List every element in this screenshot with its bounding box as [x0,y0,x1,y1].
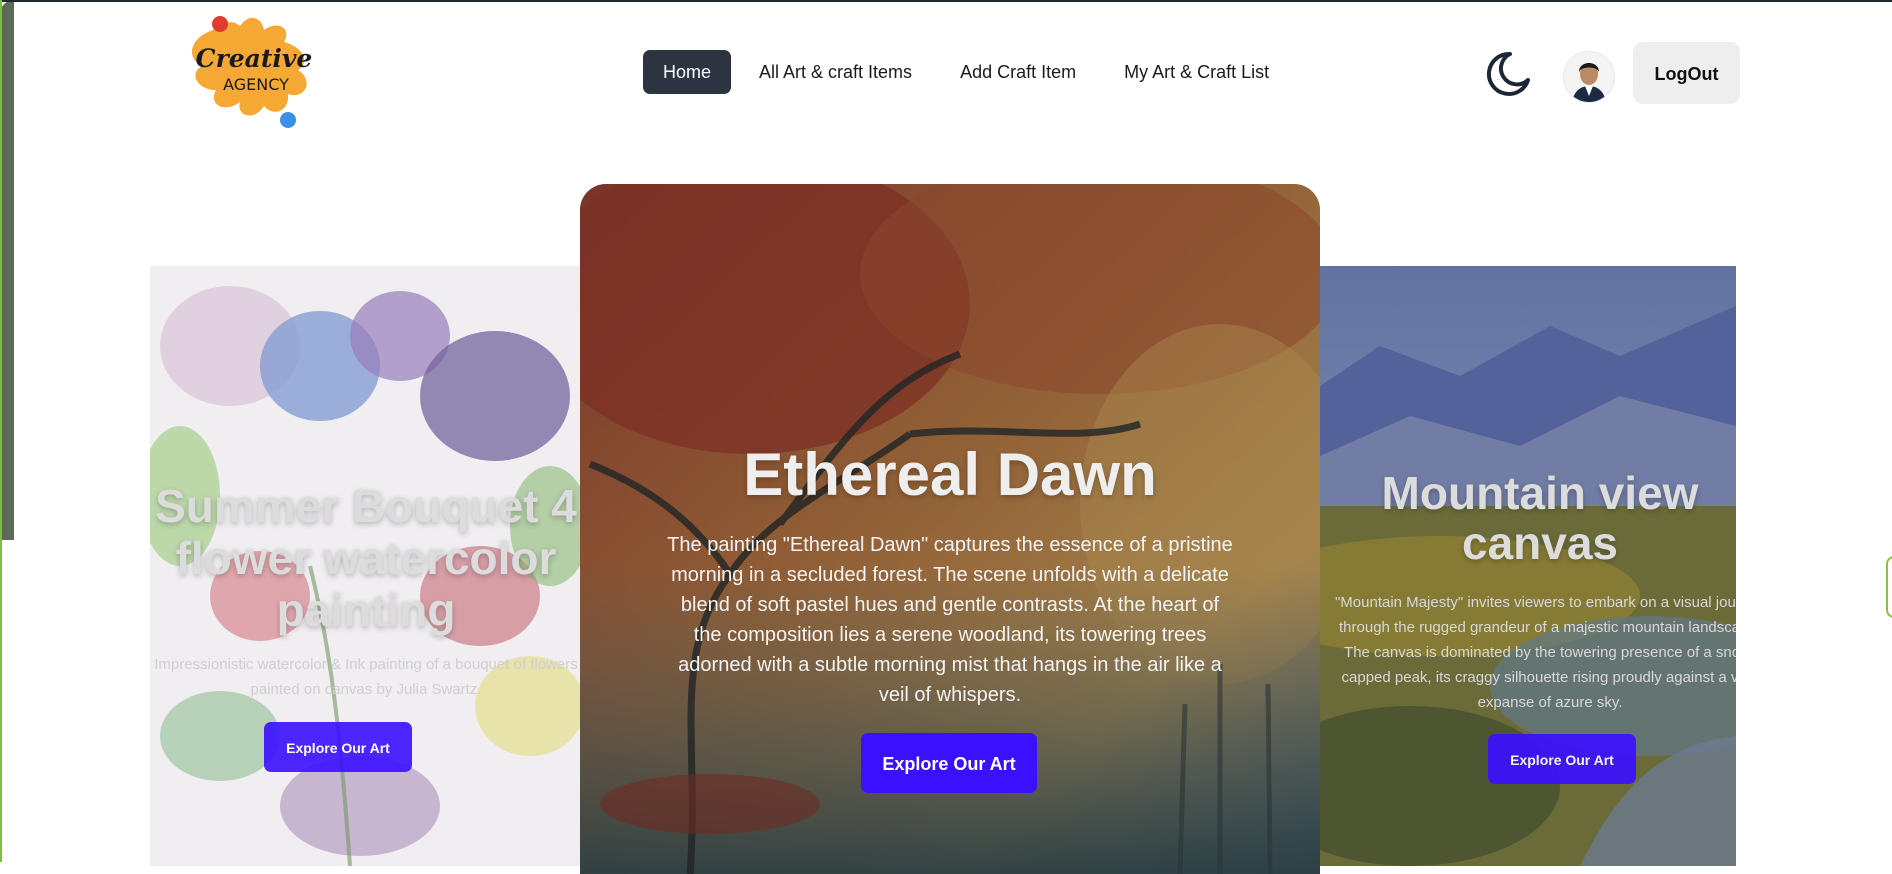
user-avatar[interactable] [1563,51,1615,103]
site-logo[interactable]: Creative AGENCY [180,10,330,135]
moon-icon[interactable] [1484,50,1532,98]
explore-art-button[interactable]: Explore Our Art [861,733,1037,793]
slide-ethereal-dawn: Ethereal Dawn The painting "Ethereal Daw… [580,184,1320,874]
explore-art-button[interactable]: Explore Our Art [1488,734,1636,784]
logout-button[interactable]: LogOut [1633,42,1740,104]
slide-description: The painting "Ethereal Dawn" captures th… [667,534,1233,706]
explore-art-button[interactable]: Explore Our Art [264,722,412,772]
main-nav: Home All Art & craft Items Add Craft Ite… [643,50,1289,94]
side-panel-handle[interactable] [1886,556,1892,618]
nav-add-craft-item[interactable]: Add Craft Item [940,50,1096,94]
window-top-border [0,0,1892,2]
next-slide-edge [0,0,14,540]
nav-home[interactable]: Home [643,50,732,94]
nav-my-art-craft-list[interactable]: My Art & Craft List [1104,50,1289,94]
slide-description: "Mountain Majesty" invites viewers to em… [1334,594,1736,711]
slide-description: Impressionistic watercolor & Ink paintin… [154,656,578,698]
logo-text-agency: AGENCY [223,75,289,94]
slide-summer-bouquet: Summer Bouquet 4 flower watercolor paint… [150,266,582,866]
window-left-border [0,0,2,862]
slide-title: Ethereal Dawn [743,441,1157,508]
logo-text-creative: Creative [196,44,313,73]
slide-mountain-view: Mountain view canvas "Mountain Majesty" … [1320,266,1736,866]
nav-all-art-craft-items[interactable]: All Art & craft Items [739,50,932,94]
slide-title: Summer Bouquet 4 flower watercolor paint… [155,480,577,636]
slide-title: Mountain view canvas [1381,467,1699,569]
